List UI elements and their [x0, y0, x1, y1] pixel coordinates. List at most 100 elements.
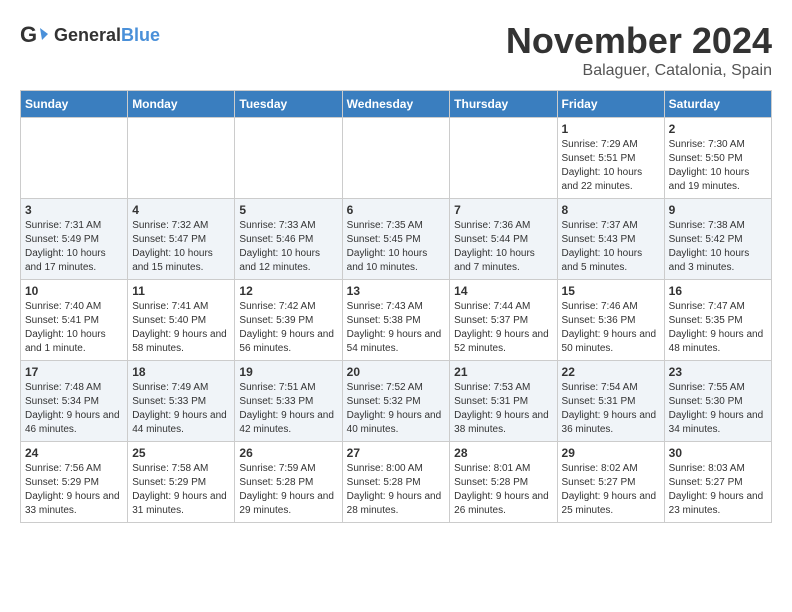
logo-blue: Blue: [121, 25, 160, 45]
calendar-cell: 30 Sunrise: 8:03 AM Sunset: 5:27 PM Dayli…: [664, 442, 771, 523]
page-header: G GeneralBlue November 2024 Balaguer, Ca…: [20, 20, 772, 80]
day-info: Sunrise: 7:51 AM Sunset: 5:33 PM Dayligh…: [239, 381, 337, 437]
calendar-header: SundayMondayTuesdayWednesdayThursdayFrid…: [21, 91, 772, 118]
day-info: Sunrise: 7:40 AM Sunset: 5:41 PM Dayligh…: [25, 300, 123, 356]
day-number: 7: [454, 203, 552, 217]
calendar-cell: 17 Sunrise: 7:48 AM Sunset: 5:34 PM Dayli…: [21, 361, 128, 442]
day-info: Sunrise: 7:55 AM Sunset: 5:30 PM Dayligh…: [669, 381, 767, 437]
calendar-cell: 21 Sunrise: 7:53 AM Sunset: 5:31 PM Dayli…: [450, 361, 557, 442]
calendar-cell: 6 Sunrise: 7:35 AM Sunset: 5:45 PM Daylig…: [342, 199, 450, 280]
day-info: Sunrise: 7:35 AM Sunset: 5:45 PM Dayligh…: [347, 219, 446, 275]
column-header-sunday: Sunday: [21, 91, 128, 118]
calendar-cell: [128, 118, 235, 199]
day-info: Sunrise: 8:02 AM Sunset: 5:27 PM Dayligh…: [562, 462, 660, 518]
day-number: 4: [132, 203, 230, 217]
day-number: 5: [239, 203, 337, 217]
calendar-cell: 13 Sunrise: 7:43 AM Sunset: 5:38 PM Dayli…: [342, 280, 450, 361]
location: Balaguer, Catalonia, Spain: [506, 62, 772, 80]
calendar-cell: 3 Sunrise: 7:31 AM Sunset: 5:49 PM Daylig…: [21, 199, 128, 280]
calendar-body: 1Sunrise: 7:29 AM Sunset: 5:51 PM Daylig…: [21, 118, 772, 523]
calendar-cell: [342, 118, 450, 199]
day-number: 29: [562, 446, 660, 460]
calendar-cell: 19 Sunrise: 7:51 AM Sunset: 5:33 PM Dayli…: [235, 361, 342, 442]
calendar-cell: 27 Sunrise: 8:00 AM Sunset: 5:28 PM Dayli…: [342, 442, 450, 523]
logo: G GeneralBlue: [20, 20, 160, 50]
day-info: Sunrise: 7:37 AM Sunset: 5:43 PM Dayligh…: [562, 219, 660, 275]
logo-icon: G: [20, 20, 50, 50]
day-info: Sunrise: 8:03 AM Sunset: 5:27 PM Dayligh…: [669, 462, 767, 518]
day-info: Sunrise: 7:49 AM Sunset: 5:33 PM Dayligh…: [132, 381, 230, 437]
day-number: 19: [239, 365, 337, 379]
day-number: 15: [562, 284, 660, 298]
day-info: Sunrise: 7:41 AM Sunset: 5:40 PM Dayligh…: [132, 300, 230, 356]
day-number: 6: [347, 203, 446, 217]
day-number: 28: [454, 446, 552, 460]
day-info: Sunrise: 7:46 AM Sunset: 5:36 PM Dayligh…: [562, 300, 660, 356]
day-number: 24: [25, 446, 123, 460]
day-info: Sunrise: 7:36 AM Sunset: 5:44 PM Dayligh…: [454, 219, 552, 275]
day-number: 25: [132, 446, 230, 460]
logo-general: General: [54, 25, 121, 45]
day-number: 9: [669, 203, 767, 217]
calendar-cell: 15 Sunrise: 7:46 AM Sunset: 5:36 PM Dayli…: [557, 280, 664, 361]
column-header-monday: Monday: [128, 91, 235, 118]
calendar-cell: 23 Sunrise: 7:55 AM Sunset: 5:30 PM Dayli…: [664, 361, 771, 442]
day-info: Sunrise: 7:58 AM Sunset: 5:29 PM Dayligh…: [132, 462, 230, 518]
day-info: Sunrise: 7:48 AM Sunset: 5:34 PM Dayligh…: [25, 381, 123, 437]
column-header-tuesday: Tuesday: [235, 91, 342, 118]
calendar-cell: [21, 118, 128, 199]
calendar-cell: 29 Sunrise: 8:02 AM Sunset: 5:27 PM Dayli…: [557, 442, 664, 523]
month-title: November 2024: [506, 20, 772, 62]
day-info: Sunrise: 7:43 AM Sunset: 5:38 PM Dayligh…: [347, 300, 446, 356]
day-number: 18: [132, 365, 230, 379]
calendar-cell: 9 Sunrise: 7:38 AM Sunset: 5:42 PM Daylig…: [664, 199, 771, 280]
day-number: 22: [562, 365, 660, 379]
calendar-cell: 7 Sunrise: 7:36 AM Sunset: 5:44 PM Daylig…: [450, 199, 557, 280]
calendar-cell: 14 Sunrise: 7:44 AM Sunset: 5:37 PM Dayli…: [450, 280, 557, 361]
day-info: Sunrise: 7:31 AM Sunset: 5:49 PM Dayligh…: [25, 219, 123, 275]
day-info: Sunrise: 8:01 AM Sunset: 5:28 PM Dayligh…: [454, 462, 552, 518]
day-number: 17: [25, 365, 123, 379]
column-header-friday: Friday: [557, 91, 664, 118]
day-number: 27: [347, 446, 446, 460]
calendar-cell: 25 Sunrise: 7:58 AM Sunset: 5:29 PM Dayli…: [128, 442, 235, 523]
day-number: 14: [454, 284, 552, 298]
day-number: 30: [669, 446, 767, 460]
day-info: Sunrise: 7:59 AM Sunset: 5:28 PM Dayligh…: [239, 462, 337, 518]
day-info: Sunrise: 7:44 AM Sunset: 5:37 PM Dayligh…: [454, 300, 552, 356]
day-number: 16: [669, 284, 767, 298]
day-info: Sunrise: 8:00 AM Sunset: 5:28 PM Dayligh…: [347, 462, 446, 518]
calendar-cell: 24 Sunrise: 7:56 AM Sunset: 5:29 PM Dayli…: [21, 442, 128, 523]
day-number: 1: [562, 122, 660, 136]
calendar-cell: 22 Sunrise: 7:54 AM Sunset: 5:31 PM Dayli…: [557, 361, 664, 442]
day-info: Sunrise: 7:47 AM Sunset: 5:35 PM Dayligh…: [669, 300, 767, 356]
day-number: 12: [239, 284, 337, 298]
calendar-cell: [450, 118, 557, 199]
day-number: 21: [454, 365, 552, 379]
day-number: 20: [347, 365, 446, 379]
day-info: Sunrise: 7:54 AM Sunset: 5:31 PM Dayligh…: [562, 381, 660, 437]
calendar-cell: 11Sunrise: 7:41 AM Sunset: 5:40 PM Dayli…: [128, 280, 235, 361]
day-info: Sunrise: 7:56 AM Sunset: 5:29 PM Dayligh…: [25, 462, 123, 518]
calendar-cell: 20Sunrise: 7:52 AM Sunset: 5:32 PM Dayli…: [342, 361, 450, 442]
calendar: SundayMondayTuesdayWednesdayThursdayFrid…: [20, 90, 772, 523]
column-header-thursday: Thursday: [450, 91, 557, 118]
day-number: 10: [25, 284, 123, 298]
day-number: 8: [562, 203, 660, 217]
day-info: Sunrise: 7:42 AM Sunset: 5:39 PM Dayligh…: [239, 300, 337, 356]
day-info: Sunrise: 7:33 AM Sunset: 5:46 PM Dayligh…: [239, 219, 337, 275]
day-number: 26: [239, 446, 337, 460]
day-info: Sunrise: 7:38 AM Sunset: 5:42 PM Dayligh…: [669, 219, 767, 275]
calendar-cell: 18 Sunrise: 7:49 AM Sunset: 5:33 PM Dayli…: [128, 361, 235, 442]
calendar-cell: 10 Sunrise: 7:40 AM Sunset: 5:41 PM Dayli…: [21, 280, 128, 361]
calendar-cell: 28 Sunrise: 8:01 AM Sunset: 5:28 PM Dayli…: [450, 442, 557, 523]
svg-text:G: G: [20, 22, 37, 47]
calendar-cell: 2Sunrise: 7:30 AM Sunset: 5:50 PM Daylig…: [664, 118, 771, 199]
day-number: 23: [669, 365, 767, 379]
calendar-cell: 26 Sunrise: 7:59 AM Sunset: 5:28 PM Dayli…: [235, 442, 342, 523]
day-number: 3: [25, 203, 123, 217]
calendar-cell: 4Sunrise: 7:32 AM Sunset: 5:47 PM Daylig…: [128, 199, 235, 280]
day-info: Sunrise: 7:53 AM Sunset: 5:31 PM Dayligh…: [454, 381, 552, 437]
day-number: 13: [347, 284, 446, 298]
column-header-saturday: Saturday: [664, 91, 771, 118]
